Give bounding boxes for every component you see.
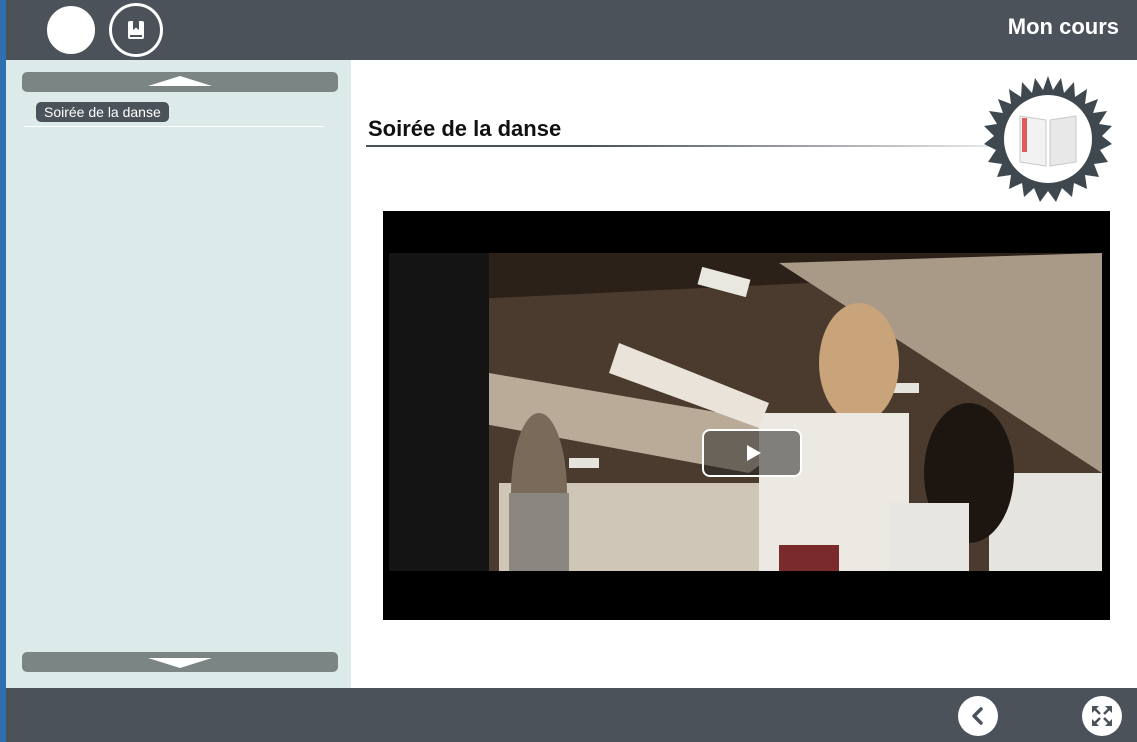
fullscreen-icon [1092, 706, 1112, 726]
sidebar-item-soiree-de-la-danse[interactable]: Soirée de la danse [36, 102, 169, 122]
play-button[interactable] [702, 429, 802, 477]
app-title: Mon cours [1007, 14, 1119, 39]
triangle-down-icon [148, 658, 212, 668]
sidebar-scroll-up-button[interactable] [22, 72, 338, 92]
sidebar-scroll-down-button[interactable] [22, 652, 338, 672]
video-frame [389, 253, 1102, 571]
play-icon [747, 445, 761, 461]
top-bar: Mon cours [6, 0, 1137, 60]
chevron-left-icon [972, 707, 983, 725]
toc-divider [24, 126, 324, 127]
previous-button[interactable] [958, 696, 998, 736]
book-badge-icon [984, 76, 1112, 202]
bottom-bar [6, 688, 1137, 742]
video-player[interactable] [383, 211, 1110, 620]
bookmark-button[interactable] [112, 6, 160, 54]
triangle-up-icon [148, 76, 212, 86]
title-underline [366, 145, 1006, 147]
toc-list: Soirée de la danse [20, 102, 340, 127]
sidebar-toc: Soirée de la danse [6, 60, 351, 688]
home-button[interactable] [47, 6, 95, 54]
page-title: Soirée de la danse [368, 116, 562, 141]
fullscreen-button[interactable] [1082, 696, 1122, 736]
bookmark-book-icon [120, 14, 152, 46]
home-icon [60, 20, 82, 40]
video-still-image [389, 253, 1102, 571]
